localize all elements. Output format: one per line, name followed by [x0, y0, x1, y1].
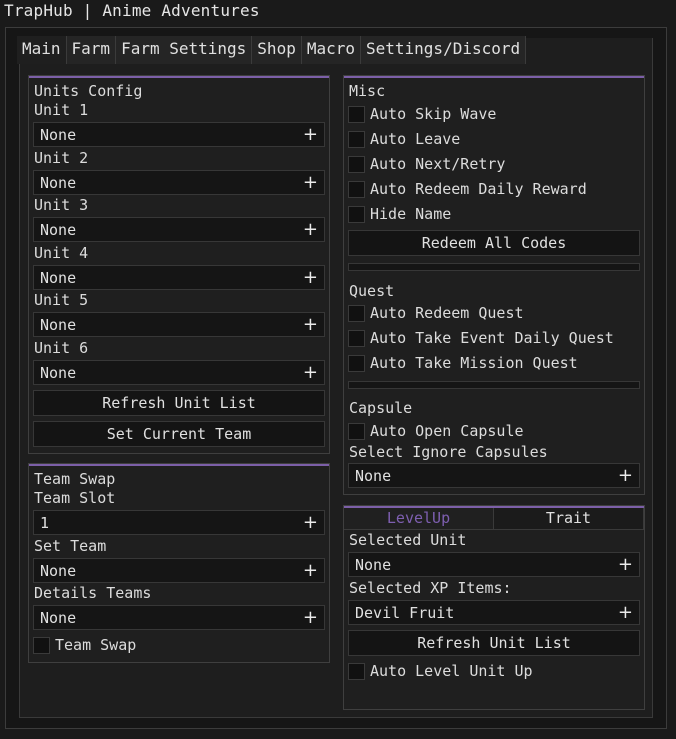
ignore-capsules-value: None: [355, 467, 392, 485]
selected-unit-value: None: [355, 556, 392, 574]
plus-icon: +: [302, 219, 318, 240]
levelup-panel: LevelUp Trait Selected Unit None + Selec…: [343, 505, 645, 710]
auto-redeem-quest-toggle[interactable]: Auto Redeem Quest: [348, 303, 524, 323]
checkbox: [348, 205, 365, 223]
team-slot-value: 1: [40, 514, 50, 532]
unit-1-label: Unit 1: [34, 101, 89, 119]
set-team-label: Set Team: [34, 537, 107, 555]
unit-6-label: Unit 6: [34, 339, 89, 357]
auto-take-mission-quest-toggle[interactable]: Auto Take Mission Quest: [348, 353, 578, 373]
unit-1-dropdown[interactable]: None +: [33, 122, 325, 147]
auto-leave-toggle[interactable]: Auto Leave: [348, 129, 460, 149]
team-slot-dropdown[interactable]: 1 +: [33, 510, 325, 535]
unit-4-label: Unit 4: [34, 244, 89, 262]
details-teams-value: None: [40, 609, 77, 627]
separator: [348, 381, 640, 389]
checkbox: [348, 329, 365, 347]
unit-6-dropdown[interactable]: None +: [33, 360, 325, 385]
unit-5-label: Unit 5: [34, 291, 89, 309]
tab-bar: Main Farm Farm Settings Shop Macro Setti…: [17, 36, 527, 64]
hide-name-toggle[interactable]: Hide Name: [348, 204, 451, 224]
plus-icon: +: [302, 172, 318, 193]
set-team-value: None: [40, 562, 77, 580]
details-teams-dropdown[interactable]: None +: [33, 605, 325, 630]
tab-macro[interactable]: Macro: [301, 36, 361, 64]
xp-items-dropdown[interactable]: Devil Fruit +: [348, 600, 640, 625]
auto-take-event-daily-quest-toggle[interactable]: Auto Take Event Daily Quest: [348, 328, 614, 348]
units-config-title: Units Config: [34, 82, 143, 100]
auto-redeem-daily-reward-toggle[interactable]: Auto Redeem Daily Reward: [348, 179, 587, 199]
unit-6-value: None: [40, 364, 77, 382]
set-current-team-button[interactable]: Set Current Team: [33, 421, 325, 447]
tab-trait[interactable]: Trait: [494, 508, 644, 530]
selected-unit-label: Selected Unit: [349, 531, 467, 549]
tab-shop[interactable]: Shop: [252, 36, 302, 64]
panel-accent: [29, 76, 329, 78]
checkbox: [348, 662, 365, 680]
checkbox: [348, 304, 365, 322]
redeem-all-codes-button[interactable]: Redeem All Codes: [348, 230, 640, 256]
unit-2-value: None: [40, 174, 77, 192]
tab-levelup[interactable]: LevelUp: [344, 508, 494, 530]
panel-accent: [29, 464, 329, 466]
team-swap-toggle[interactable]: Team Swap: [33, 635, 136, 655]
selected-unit-dropdown[interactable]: None +: [348, 552, 640, 577]
unit-3-dropdown[interactable]: None +: [33, 217, 325, 242]
capsule-label: Capsule: [349, 399, 413, 417]
unit-5-value: None: [40, 316, 77, 334]
selected-xp-items-label: Selected XP Items:: [349, 579, 512, 597]
panel-accent: [344, 76, 644, 78]
plus-icon: +: [302, 124, 318, 145]
ignore-capsules-dropdown[interactable]: None +: [348, 463, 640, 488]
plus-icon: +: [302, 314, 318, 335]
unit-3-label: Unit 3: [34, 196, 89, 214]
tab-settings-discord[interactable]: Settings/Discord: [361, 36, 527, 64]
unit-4-value: None: [40, 269, 77, 287]
checkbox: [348, 422, 365, 440]
plus-icon: +: [302, 512, 318, 533]
plus-icon: +: [302, 267, 318, 288]
auto-next-retry-toggle[interactable]: Auto Next/Retry: [348, 154, 505, 174]
team-slot-label: Team Slot: [34, 489, 116, 507]
team-swap-panel: Team Swap Team Slot 1 + Set Team None + …: [28, 463, 330, 663]
checkbox: [348, 155, 365, 173]
plus-icon: +: [617, 554, 633, 575]
unit-4-dropdown[interactable]: None +: [33, 265, 325, 290]
unit-5-dropdown[interactable]: None +: [33, 312, 325, 337]
unit-2-label: Unit 2: [34, 149, 89, 167]
checkbox: [348, 130, 365, 148]
levelup-tab-bar: LevelUp Trait: [344, 508, 644, 530]
checkbox: [348, 354, 365, 372]
misc-panel: Misc Auto Skip Wave Auto Leave Auto Next…: [343, 75, 645, 495]
plus-icon: +: [302, 362, 318, 383]
xp-items-value: Devil Fruit: [355, 604, 455, 622]
refresh-unit-list-button[interactable]: Refresh Unit List: [33, 390, 325, 416]
details-teams-label: Details Teams: [34, 584, 152, 602]
auto-skip-wave-toggle[interactable]: Auto Skip Wave: [348, 104, 496, 124]
set-team-dropdown[interactable]: None +: [33, 558, 325, 583]
plus-icon: +: [302, 560, 318, 581]
auto-level-unit-up-toggle[interactable]: Auto Level Unit Up: [348, 661, 533, 681]
plus-icon: +: [617, 465, 633, 486]
unit-1-value: None: [40, 126, 77, 144]
unit-3-value: None: [40, 221, 77, 239]
unit-2-dropdown[interactable]: None +: [33, 170, 325, 195]
team-swap-title: Team Swap: [34, 470, 116, 488]
units-config-panel: Units Config Unit 1 None + Unit 2 None +…: [28, 75, 330, 454]
checkbox: [348, 180, 365, 198]
misc-title: Misc: [349, 82, 386, 100]
tab-main[interactable]: Main: [17, 36, 67, 64]
select-ignore-capsules-label: Select Ignore Capsules: [349, 443, 548, 461]
window-title: TrapHub | Anime Adventures: [4, 1, 260, 20]
tab-farm-settings[interactable]: Farm Settings: [116, 36, 253, 64]
levelup-refresh-unit-list-button[interactable]: Refresh Unit List: [348, 630, 640, 656]
quest-label: Quest: [349, 282, 395, 300]
checkbox: [33, 636, 50, 654]
tab-farm[interactable]: Farm: [66, 36, 117, 64]
separator: [348, 263, 640, 271]
checkbox: [348, 105, 365, 123]
plus-icon: +: [302, 607, 318, 628]
plus-icon: +: [617, 602, 633, 623]
auto-open-capsule-toggle[interactable]: Auto Open Capsule: [348, 421, 524, 441]
